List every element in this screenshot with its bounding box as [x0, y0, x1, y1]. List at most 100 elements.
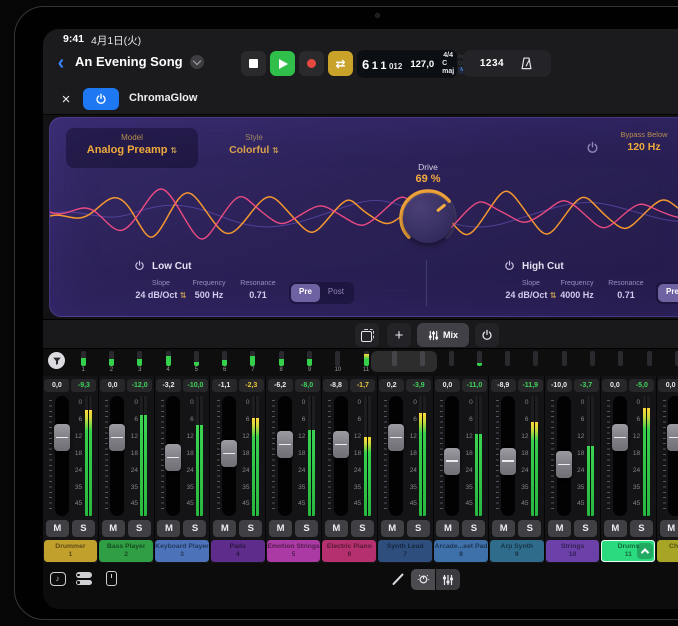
track-tag[interactable]: Emotion Strings5: [267, 540, 321, 562]
plugin-power-button[interactable]: [83, 88, 119, 110]
fader-track[interactable]: [278, 396, 292, 516]
track-tag[interactable]: Keyboard Player3: [155, 540, 209, 562]
fader-handle[interactable]: [556, 451, 572, 478]
mute-button[interactable]: M: [436, 520, 459, 537]
solo-button[interactable]: S: [295, 520, 318, 537]
mute-button[interactable]: M: [213, 520, 236, 537]
bridge-slot[interactable]: 1: [69, 349, 97, 376]
fader-handle[interactable]: [54, 424, 70, 451]
mute-button[interactable]: M: [660, 520, 678, 537]
add-track-button[interactable]: +: [387, 323, 411, 347]
low-cut-resonance[interactable]: Resonance 0.71: [233, 280, 283, 300]
lcd-display[interactable]: 6 1 1 012 127,0 4/4 C maj: [357, 50, 457, 78]
fader-track[interactable]: [557, 396, 571, 516]
high-cut-resonance[interactable]: Resonance 0.71: [601, 280, 651, 300]
drive-knob[interactable]: [396, 186, 460, 250]
model-selector[interactable]: Model Analog Preamp ⇅: [66, 128, 198, 168]
bridge-slot[interactable]: [607, 349, 635, 376]
solo-button[interactable]: S: [407, 520, 430, 537]
back-button[interactable]: ‹: [51, 50, 71, 76]
fader-track[interactable]: [501, 396, 515, 516]
bridge-slot[interactable]: [550, 349, 578, 376]
track-tag[interactable]: Electric Piano6: [322, 540, 376, 562]
volume-value[interactable]: 0,0: [658, 379, 678, 392]
fader-handle[interactable]: [388, 424, 404, 451]
edit-button[interactable]: [389, 570, 406, 587]
track-tag[interactable]: Pads4: [211, 540, 265, 562]
bridge-slot[interactable]: [465, 349, 493, 376]
count-in-button[interactable]: 1234: [480, 58, 504, 69]
mute-button[interactable]: M: [46, 520, 69, 537]
track-tag[interactable]: Strings10: [546, 540, 600, 562]
filter-tracks-button[interactable]: [48, 352, 65, 369]
solo-button[interactable]: S: [128, 520, 151, 537]
pre-button[interactable]: Pre: [658, 284, 678, 302]
solo-button[interactable]: S: [518, 520, 541, 537]
fader-handle[interactable]: [500, 448, 516, 475]
duplicate-button[interactable]: [355, 323, 379, 347]
fader-track[interactable]: [55, 396, 69, 516]
volume-value[interactable]: 0,0: [100, 379, 125, 392]
solo-button[interactable]: S: [351, 520, 374, 537]
track-tag[interactable]: Arp Synth9: [490, 540, 544, 562]
bridge-slot[interactable]: 6: [210, 349, 238, 376]
fader-track[interactable]: [389, 396, 403, 516]
fader-track[interactable]: [166, 396, 180, 516]
track-tag[interactable]: Synth Lead7: [378, 540, 432, 562]
record-button[interactable]: [299, 51, 324, 76]
mute-button[interactable]: M: [492, 520, 515, 537]
play-button[interactable]: [270, 51, 295, 76]
solo-button[interactable]: S: [462, 520, 485, 537]
mute-button[interactable]: M: [102, 520, 125, 537]
stop-button[interactable]: [241, 51, 266, 76]
fader-track[interactable]: [334, 396, 348, 516]
fader-handle[interactable]: [612, 424, 628, 451]
bridge-slot[interactable]: 8: [267, 349, 295, 376]
bridge-slot[interactable]: 10: [324, 349, 352, 376]
cycle-button[interactable]: ⇄: [328, 51, 353, 76]
fader-track[interactable]: [222, 396, 236, 516]
low-cut-frequency[interactable]: Frequency 500 Hz: [179, 280, 239, 300]
volume-value[interactable]: 0,0: [44, 379, 69, 392]
fader-track[interactable]: [613, 396, 627, 516]
bypass-power-button[interactable]: [586, 141, 599, 154]
solo-button[interactable]: S: [72, 520, 95, 537]
bridge-slot[interactable]: 7: [239, 349, 267, 376]
bridge-slot[interactable]: [493, 349, 521, 376]
fader-track[interactable]: [110, 396, 124, 516]
faders-view-button[interactable]: [436, 569, 460, 590]
fader-handle[interactable]: [333, 431, 349, 458]
loops-browser-button[interactable]: ♪: [49, 570, 66, 587]
track-tag[interactable]: Drums11: [601, 540, 655, 562]
fader-handle[interactable]: [221, 440, 237, 467]
solo-button[interactable]: S: [630, 520, 653, 537]
play-surface-button[interactable]: [103, 570, 120, 587]
bridge-slot[interactable]: [578, 349, 606, 376]
bridge-slot[interactable]: 9: [295, 349, 323, 376]
fader-track[interactable]: [668, 396, 678, 516]
track-tag[interactable]: Arcade...eet Pad8: [434, 540, 488, 562]
high-cut-power-button[interactable]: [504, 260, 515, 271]
pre-button[interactable]: Pre: [291, 284, 320, 302]
song-title-menu[interactable]: An Evening Song: [75, 54, 204, 69]
volume-value[interactable]: -8,9: [491, 379, 516, 392]
bridge-slot[interactable]: 3: [126, 349, 154, 376]
mute-button[interactable]: M: [269, 520, 292, 537]
bridge-slot[interactable]: 4: [154, 349, 182, 376]
style-selector[interactable]: Style Colorful ⇅: [206, 128, 302, 168]
tracks-view-button[interactable]: [75, 570, 92, 587]
post-button[interactable]: Post: [320, 284, 352, 302]
volume-value[interactable]: -6,2: [268, 379, 293, 392]
fader-handle[interactable]: [109, 424, 125, 451]
track-tag[interactable]: Chorus V12: [657, 540, 678, 562]
bridge-slot[interactable]: [663, 349, 678, 376]
mix-view-button[interactable]: Mix: [417, 323, 469, 347]
volume-value[interactable]: 0,0: [602, 379, 627, 392]
volume-value[interactable]: -1,1: [212, 379, 237, 392]
close-icon[interactable]: ×: [57, 90, 75, 108]
level-control[interactable]: Level 0.0: [670, 130, 678, 153]
bridge-slot[interactable]: [437, 349, 465, 376]
solo-button[interactable]: S: [183, 520, 206, 537]
track-tag[interactable]: Bass Player2: [99, 540, 153, 562]
bridge-slot[interactable]: 5: [182, 349, 210, 376]
